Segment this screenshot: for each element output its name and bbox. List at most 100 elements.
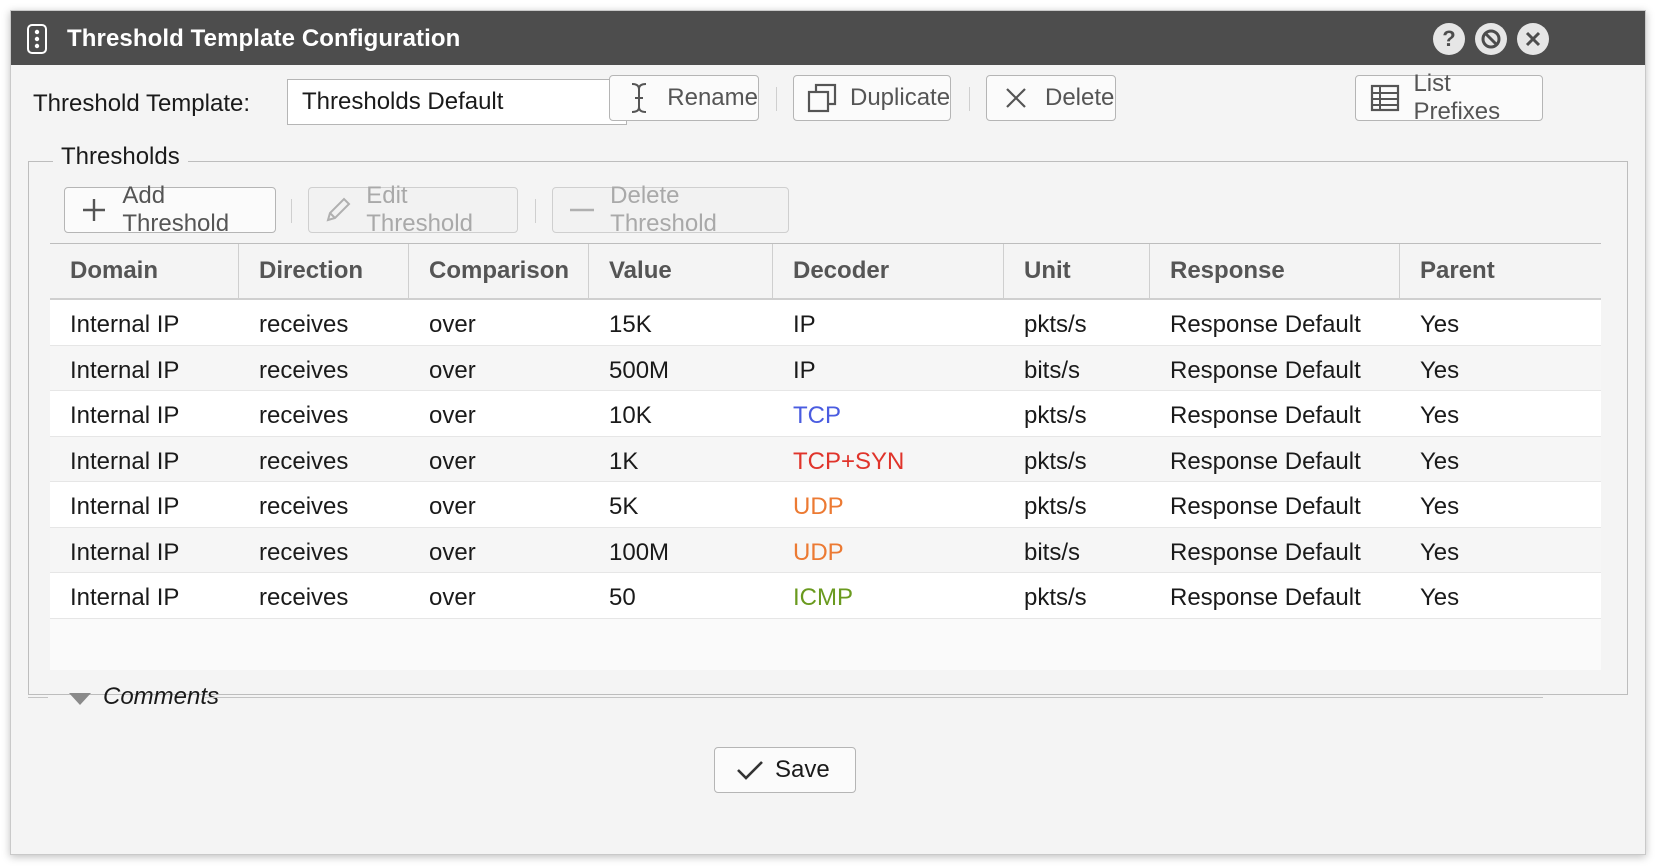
cell-value: 100M [609, 538, 670, 566]
save-label: Save [775, 756, 830, 783]
cell-response: Response Default [1170, 493, 1361, 520]
cell-decoder: IP [793, 356, 816, 384]
cell-response: Response Default [1170, 356, 1361, 384]
cell-direction: receives [259, 356, 349, 384]
toolbar-divider [776, 87, 777, 111]
cell-domain: Internal IP [70, 311, 180, 338]
edit-threshold-label: Edit Threshold [366, 182, 473, 237]
cell-unit: pkts/s [1024, 447, 1087, 475]
delete-threshold-button[interactable]: Delete Threshold [552, 182, 789, 237]
cell-direction: receives [259, 493, 349, 520]
title-bar: Threshold Template Configuration ? [11, 11, 1645, 65]
save-button[interactable]: Save [714, 747, 856, 793]
column-header-domain[interactable]: Domain [50, 244, 239, 298]
table-row[interactable]: Internal IP receives over 5K UDP pkts/s Respon… [50, 482, 1601, 528]
cell-decoder: TCP+SYN [793, 447, 905, 475]
cell-domain: Internal IP [70, 356, 180, 384]
comments-toggle[interactable]: Comments [103, 683, 219, 711]
toolbar-divider [291, 199, 292, 223]
threshold-template-input[interactable] [287, 79, 627, 125]
cell-direction: receives [259, 311, 349, 338]
cell-parent: Yes [1420, 447, 1460, 475]
delete-template-button[interactable]: Delete [986, 75, 1116, 121]
cell-parent: Yes [1420, 356, 1460, 384]
table-row[interactable]: Internal IP receives over 100M UDP bits/s Resp… [50, 527, 1601, 573]
cell-unit: pkts/s [1024, 402, 1087, 429]
list-prefixes-button[interactable]: List Prefixes [1355, 70, 1543, 125]
column-header-unit[interactable]: Unit [1004, 244, 1150, 298]
cell-unit: pkts/s [1024, 584, 1087, 611]
cell-value: 1K [609, 447, 639, 475]
table-row[interactable]: Internal IP receives over 500M IP bits/s Respo… [50, 345, 1601, 391]
column-header-value[interactable]: Value [589, 244, 773, 298]
delete-threshold-label: Delete Threshold [610, 182, 717, 237]
table-header: Domain Direction Comparison Value Decode… [50, 244, 1601, 300]
threshold-template-label: Threshold Template: [33, 90, 251, 117]
cell-decoder: ICMP [793, 584, 853, 611]
minimize-icon[interactable] [1475, 23, 1507, 55]
toolbar-divider [969, 87, 970, 111]
cell-comparison: over [429, 447, 476, 475]
checkmark-icon [733, 753, 767, 787]
table-row[interactable]: Internal IP receives over 15K IP pkts/s Respon… [50, 300, 1601, 346]
cell-direction: receives [259, 447, 349, 475]
cell-unit: pkts/s [1024, 493, 1087, 520]
duplicate-icon [806, 81, 838, 115]
edit-threshold-button[interactable]: Edit Threshold [308, 182, 518, 237]
cell-value: 50 [609, 584, 636, 611]
delete-template-label: Delete [1045, 84, 1115, 111]
cell-value: 15K [609, 311, 652, 338]
column-header-comparison[interactable]: Comparison [409, 244, 589, 298]
cell-decoder: UDP [793, 493, 844, 520]
cell-direction: receives [259, 584, 349, 611]
cell-parent: Yes [1420, 402, 1460, 429]
cell-parent: Yes [1420, 538, 1460, 566]
toolbar-divider [535, 199, 536, 223]
table-row[interactable]: Internal IP receives over 1K TCP+SYN pkts/s Re… [50, 436, 1601, 482]
cell-unit: bits/s [1024, 538, 1081, 566]
column-header-direction[interactable]: Direction [239, 244, 409, 298]
cell-decoder: IP [793, 311, 816, 338]
cell-response: Response Default [1170, 447, 1361, 475]
cell-parent: Yes [1420, 311, 1460, 338]
cell-comparison: over [429, 311, 476, 338]
duplicate-label: Duplicate [850, 84, 951, 111]
cell-unit: bits/s [1024, 356, 1081, 384]
cell-comparison: over [429, 493, 476, 520]
table-row[interactable]: Internal IP receives over 50 ICMP pkts/s Respo… [50, 573, 1601, 619]
cell-comparison: over [429, 584, 476, 611]
traffic-light-icon [27, 24, 47, 54]
cell-decoder: UDP [793, 538, 844, 566]
table-icon [1368, 81, 1401, 115]
cell-domain: Internal IP [70, 447, 180, 475]
cell-value: 10K [609, 402, 652, 429]
minus-icon [565, 193, 598, 227]
cell-parent: Yes [1420, 584, 1460, 611]
text-cursor-icon [622, 81, 655, 115]
duplicate-button[interactable]: Duplicate [793, 75, 951, 121]
cell-decoder: TCP [793, 402, 841, 429]
column-header-decoder[interactable]: Decoder [773, 244, 1004, 298]
add-threshold-label: Add Threshold [122, 182, 230, 237]
table-row[interactable]: Internal IP receives over 10K TCP pkts/s Respo… [50, 391, 1601, 437]
help-icon[interactable]: ? [1433, 23, 1465, 55]
comments-divider [205, 697, 1543, 698]
thresholds-table: Domain Direction Comparison Value Decode… [50, 243, 1601, 670]
cell-response: Response Default [1170, 402, 1361, 429]
cell-response: Response Default [1170, 311, 1361, 338]
close-icon[interactable] [1517, 23, 1549, 55]
collapse-triangle-icon[interactable] [69, 693, 91, 705]
cell-response: Response Default [1170, 584, 1361, 611]
cell-unit: pkts/s [1024, 311, 1087, 338]
add-threshold-button[interactable]: Add Threshold [64, 182, 276, 237]
rename-label: Rename [667, 84, 758, 111]
column-header-response[interactable]: Response [1150, 244, 1400, 298]
column-header-parent[interactable]: Parent [1400, 244, 1524, 298]
pencil-icon [321, 193, 354, 227]
threshold-template-window: Threshold Template Configuration ? Thres… [10, 10, 1646, 855]
list-prefixes-label: List Prefixes [1413, 70, 1501, 125]
cell-comparison: over [429, 402, 476, 429]
rename-button[interactable]: Rename [609, 75, 759, 121]
cell-domain: Internal IP [70, 402, 180, 429]
thresholds-legend: Thresholds [53, 143, 188, 171]
